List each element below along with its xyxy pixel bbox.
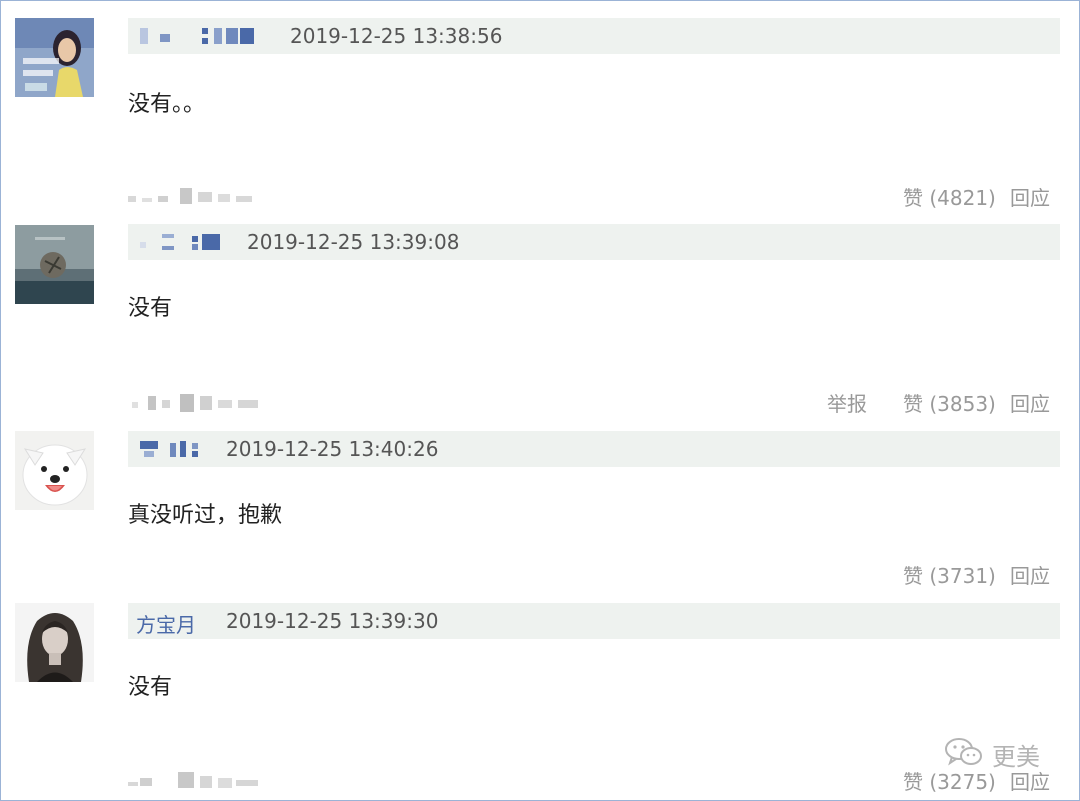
avatar[interactable] xyxy=(15,431,94,510)
reply-button[interactable]: 回应 xyxy=(1010,182,1050,211)
comment-username[interactable]: 方宝月 xyxy=(136,609,196,638)
comment-footer: 赞 (3731) 回应 xyxy=(0,560,1080,590)
blurred-meta xyxy=(128,772,258,788)
comment-body: 没有。。 xyxy=(128,92,206,117)
comment-footer: 赞 (3275) 回应 xyxy=(0,766,1080,796)
comment-footer: 举报 赞 (3853) 回应 xyxy=(0,388,1080,418)
like-button[interactable]: 赞 (3853) xyxy=(903,388,996,417)
report-button[interactable]: 举报 xyxy=(827,388,867,417)
wechat-icon xyxy=(944,736,984,772)
username-blurred[interactable] xyxy=(136,232,226,252)
blurred-meta xyxy=(132,394,258,412)
comment-body: 没有 xyxy=(128,296,173,321)
comment-footer: 赞 (4821) 回应 xyxy=(0,182,1080,212)
comment-timestamp: 2019-12-25 13:39:08 xyxy=(247,230,460,254)
like-button[interactable]: 赞 (3731) xyxy=(903,560,996,589)
comment-header: 2019-12-25 13:40:26 xyxy=(128,431,1060,467)
avatar[interactable] xyxy=(15,603,94,682)
avatar[interactable] xyxy=(15,225,94,304)
comment-header: 2019-12-25 13:38:56 xyxy=(128,18,1060,54)
comment-timestamp: 2019-12-25 13:40:26 xyxy=(226,437,439,461)
blurred-meta xyxy=(128,188,252,204)
like-button[interactable]: 赞 (4821) xyxy=(903,182,996,211)
avatar[interactable] xyxy=(15,18,94,97)
watermark: 更美 xyxy=(944,736,1040,772)
username-blurred[interactable] xyxy=(140,26,260,46)
comment-timestamp: 2019-12-25 13:39:30 xyxy=(226,609,439,633)
comment-timestamp: 2019-12-25 13:38:56 xyxy=(290,24,503,48)
comment-header: 2019-12-25 13:39:08 xyxy=(128,224,1060,260)
reply-button[interactable]: 回应 xyxy=(1010,388,1050,417)
username-blurred[interactable] xyxy=(140,439,212,459)
comment-body: 没有 xyxy=(128,675,173,700)
comment-header: 方宝月 2019-12-25 13:39:30 xyxy=(128,603,1060,639)
reply-button[interactable]: 回应 xyxy=(1010,560,1050,589)
watermark-text: 更美 xyxy=(992,742,1040,771)
comment-body: 真没听过，抱歉 xyxy=(128,503,283,528)
